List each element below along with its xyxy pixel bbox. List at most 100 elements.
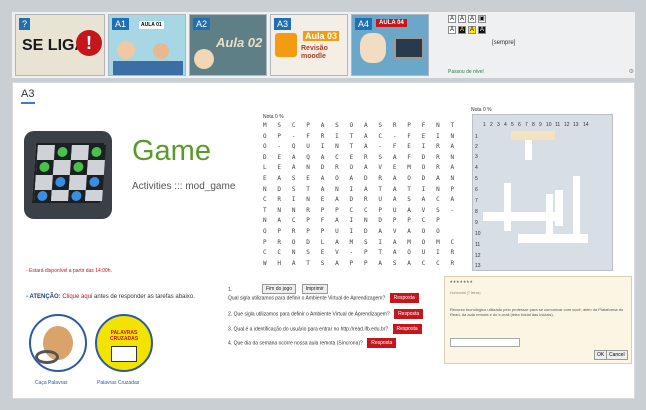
- wordsearch-row: M S C P A S O A S R P F N T: [263, 122, 458, 129]
- crossword-grid[interactable]: 1 2 3 4 5 6 7 8 9 10 11 12 13 14 1 2 3 4…: [472, 114, 613, 271]
- col-number: 13: [573, 122, 579, 128]
- crossword-cell[interactable]: [504, 183, 511, 231]
- question-number: 4.: [228, 340, 233, 347]
- question-item: 2. Que sigla utilizamos para definir o A…: [228, 309, 424, 319]
- wordsearch-row: L E A N D R O A V E M O R A: [263, 164, 458, 172]
- wordsearch-row: D E A Q A C E R S A F D R N: [263, 153, 458, 161]
- tile-badge: A4: [355, 18, 373, 30]
- always-checkbox[interactable]: [sempre]: [492, 40, 515, 46]
- answer-button[interactable]: Resposta: [392, 324, 422, 334]
- font-size-icon[interactable]: A: [448, 15, 456, 23]
- person-icon: [194, 49, 214, 69]
- word-search-link[interactable]: Caça Palavras: [35, 380, 68, 386]
- page-frame: ? SE LIGA ! A1 AULA 01 A2 Aula 02 A3 Aul…: [0, 0, 646, 410]
- col-number: 3: [497, 122, 500, 128]
- crossword-selected-word[interactable]: [511, 131, 555, 140]
- crossword-grade: Nota 0 %: [471, 107, 492, 113]
- tile-se-liga[interactable]: ? SE LIGA !: [15, 14, 105, 76]
- question-number: 3.: [228, 326, 233, 333]
- contrast-white-icon[interactable]: A: [448, 26, 456, 34]
- row-number: 7: [475, 198, 478, 204]
- checkerboard-icon: [31, 143, 106, 203]
- col-number: 14: [583, 122, 589, 128]
- wordsearch-row: N D S T A N I A T A T I N P: [263, 185, 458, 193]
- col-number: 12: [564, 122, 570, 128]
- click-here-link[interactable]: Clique aqui: [62, 294, 92, 300]
- row-number: 2: [475, 144, 478, 150]
- row-number: 10: [475, 231, 481, 237]
- col-number: 10: [546, 122, 552, 128]
- question-item: 3. Qual é a identificação do usuário par…: [228, 324, 422, 334]
- question-number: 2.: [228, 311, 233, 318]
- crossword-cell[interactable]: [525, 140, 532, 160]
- contrast-dark-icon[interactable]: A: [458, 26, 466, 34]
- crossword-clue-dialog: ******* Horizontal (7 letras) Recurso te…: [444, 276, 632, 364]
- contrast-black-icon[interactable]: A: [478, 26, 486, 34]
- editor-tools: A A A ▣ A A A A [sempre] Passou de nível…: [446, 12, 638, 78]
- question-text: Qual sigla utilizamos para definir o Amb…: [228, 295, 386, 302]
- crossword-cell[interactable]: [555, 190, 563, 226]
- wordsearch-grade: Nota 0 %: [263, 114, 284, 120]
- level-link[interactable]: Passou de nível: [448, 69, 484, 75]
- wordsearch-grid[interactable]: M S C P A S O A S R P F N T O P - F R I …: [263, 121, 458, 269]
- row-number: 3: [475, 154, 478, 160]
- moodle-logo-icon: [275, 33, 297, 57]
- tile-title: AULA 04: [376, 19, 407, 27]
- crossword-cell[interactable]: [518, 234, 588, 243]
- game-title: Game: [132, 135, 211, 167]
- tile-a1[interactable]: A1 AULA 01: [108, 14, 186, 76]
- tile-subtitle: Revisão moodle: [301, 45, 328, 60]
- clue-text: Recurso tecnológico utilizado pelo profe…: [450, 307, 624, 317]
- crossword-link[interactable]: Palavras Cruzadas: [97, 380, 139, 386]
- availability-notice: - Estará disponível a partir das 14:00h.: [26, 268, 112, 274]
- tile-title: AULA 01: [139, 21, 164, 29]
- answer-button[interactable]: Resposta: [394, 309, 424, 319]
- word-search-link-image[interactable]: [29, 314, 87, 372]
- row-number: 6: [475, 187, 478, 193]
- wordsearch-row: O - Q U I N T A - F E I R A: [263, 143, 458, 151]
- wordsearch-row: O P R P P U I D A V A O O: [263, 227, 444, 235]
- answer-input[interactable]: [450, 338, 520, 347]
- tile-badge: A3: [274, 18, 292, 30]
- tile-a2[interactable]: A2 Aula 02: [189, 14, 267, 76]
- row-number: 4: [475, 165, 478, 171]
- question-text: Que sigla utilizamos para definir o Ambi…: [233, 311, 390, 318]
- tile-a4[interactable]: A4 AULA 04: [351, 14, 429, 76]
- tile-badge: ?: [19, 18, 31, 30]
- gear-icon[interactable]: ⚙: [629, 68, 634, 75]
- col-number: 2: [490, 122, 493, 128]
- row-number: 13: [475, 263, 481, 269]
- alert-icon: !: [76, 30, 102, 56]
- magnifier-icon: [35, 350, 59, 364]
- image-icon[interactable]: ▣: [478, 15, 486, 23]
- tile-badge: A1: [112, 18, 130, 30]
- attention-label: - ATENÇÃO:: [26, 294, 61, 300]
- col-number: 5: [511, 122, 514, 128]
- crossword-link-image[interactable]: PALAVRAS CRUZADAS: [95, 314, 153, 372]
- dialog-subtitle: Horizontal (7 letras): [450, 291, 481, 295]
- answer-button[interactable]: Resposta: [389, 293, 419, 303]
- col-number: 11: [555, 122, 561, 128]
- col-number: 1: [483, 122, 486, 128]
- tile-title: Aula 02: [216, 35, 263, 50]
- crossword-cell[interactable]: [573, 176, 580, 238]
- font-decrease-icon[interactable]: A: [458, 15, 466, 23]
- col-number: 6: [518, 122, 521, 128]
- section-panel: A3 Game Activities::: mod_game - Estará…: [12, 82, 635, 399]
- wordsearch-row: E A S E A O A D R A O D A N: [263, 174, 458, 182]
- question-item: 1. Qual sigla utilizamos para definir o …: [228, 287, 419, 303]
- cancel-button[interactable]: Cancel: [606, 350, 628, 360]
- game-icon[interactable]: [24, 131, 112, 219]
- col-number: 4: [504, 122, 507, 128]
- dialog-title: *******: [450, 281, 474, 287]
- wordsearch-row: W H A T S A P P A S A C C R: [263, 259, 458, 267]
- font-increase-icon[interactable]: A: [468, 15, 476, 23]
- answer-button[interactable]: Resposta: [367, 338, 397, 348]
- contrast-yellow-icon[interactable]: A: [468, 26, 476, 34]
- wordsearch-row: P R O D L A M S I A M O M C: [263, 238, 458, 246]
- attention-text: antes de responder as tarefas abaixo.: [94, 294, 195, 300]
- wordsearch-row: O P - F R I T A C - F E I N: [263, 132, 458, 140]
- tile-a3[interactable]: A3 Aula 03 Revisão moodle: [270, 14, 348, 76]
- people-illustration: [113, 61, 183, 75]
- row-number: 12: [475, 253, 481, 259]
